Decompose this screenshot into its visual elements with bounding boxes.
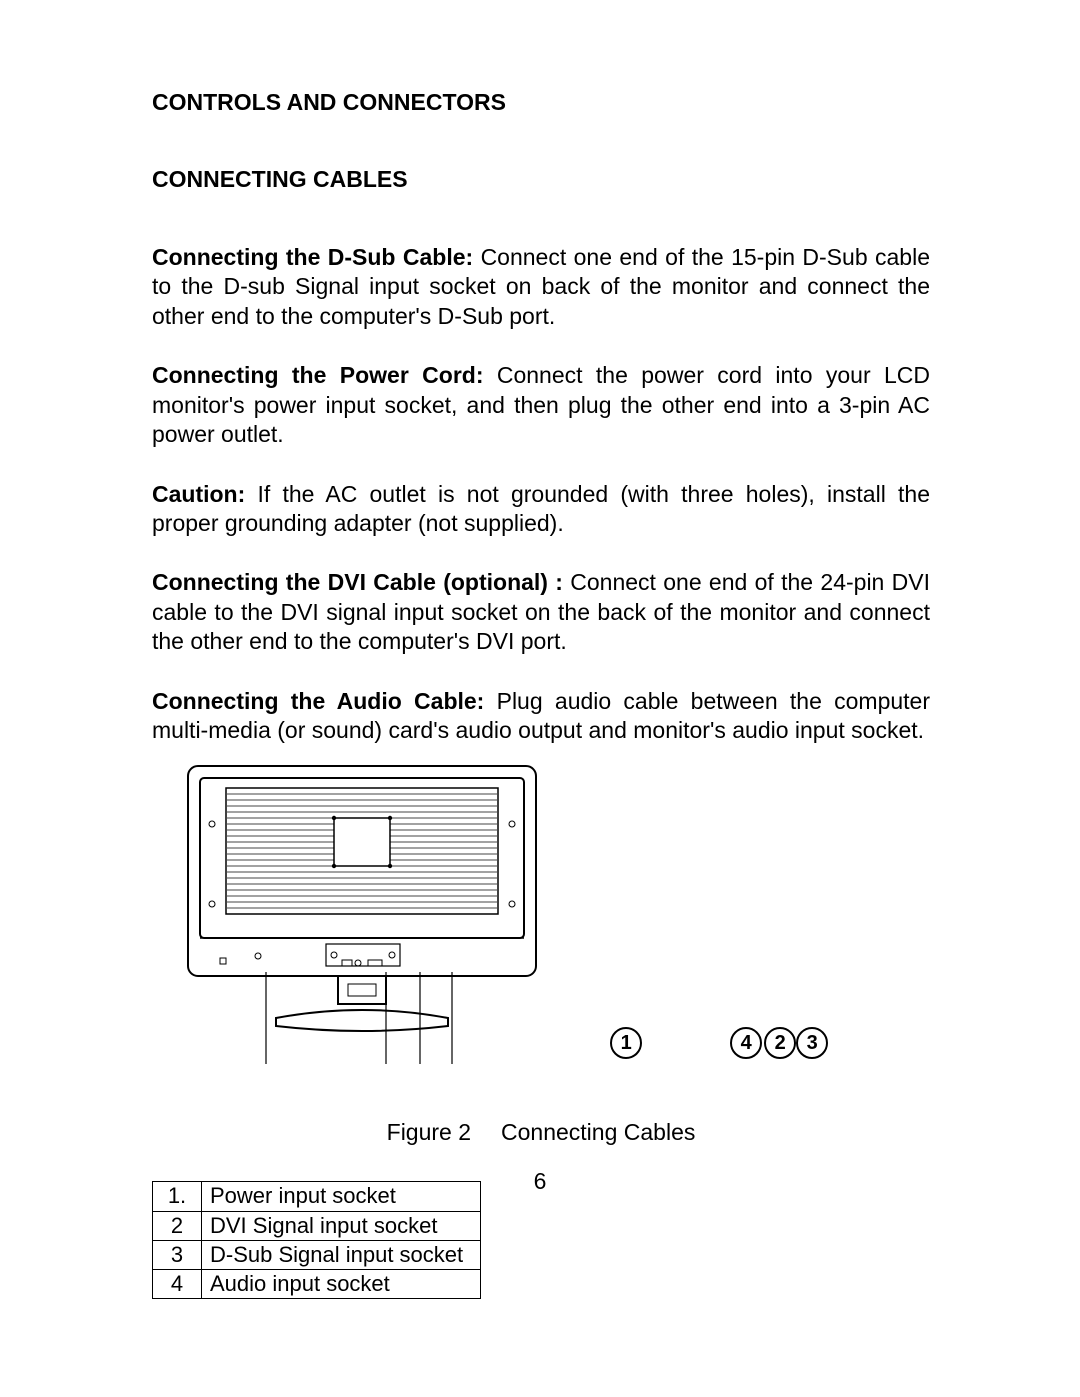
legend-text-2: DVI Signal input socket bbox=[202, 1211, 481, 1240]
callout-3: 3 bbox=[796, 1027, 828, 1059]
legend-num-4: 4 bbox=[153, 1269, 202, 1298]
legend-num-2: 2 bbox=[153, 1211, 202, 1240]
paragraph-power: Connecting the Power Cord: Connect the p… bbox=[152, 361, 930, 449]
legend-num-3: 3 bbox=[153, 1240, 202, 1269]
callout-2: 2 bbox=[764, 1027, 796, 1059]
legend-table-wrapper: 1. Power input socket 2 DVI Signal input… bbox=[152, 1181, 930, 1299]
figure-label: Figure 2 bbox=[387, 1119, 471, 1145]
figure-caption-text: Connecting Cables bbox=[501, 1119, 695, 1145]
callout-1: 1 bbox=[610, 1027, 642, 1059]
paragraph-dsub: Connecting the D-Sub Cable: Connect one … bbox=[152, 243, 930, 331]
subsection-title: CONNECTING CABLES bbox=[152, 165, 930, 194]
paragraph-caution: Caution: If the AC outlet is not grounde… bbox=[152, 480, 930, 539]
page-number: 6 bbox=[0, 1167, 1080, 1196]
lead-power: Connecting the Power Cord: bbox=[152, 362, 497, 388]
paragraph-audio: Connecting the Audio Cable: Plug audio c… bbox=[152, 687, 930, 746]
legend-table: 1. Power input socket 2 DVI Signal input… bbox=[152, 1181, 481, 1299]
figure-wrapper: 1 4 2 3 Figure 2 Connecting Cables bbox=[152, 764, 930, 1148]
lead-audio: Connecting the Audio Cable: bbox=[152, 688, 497, 714]
paragraph-dvi: Connecting the DVI Cable (optional) : Co… bbox=[152, 568, 930, 656]
monitor-rear-illustration bbox=[186, 764, 538, 1069]
legend-text-3: D-Sub Signal input socket bbox=[202, 1240, 481, 1269]
figure-caption: Figure 2 Connecting Cables bbox=[152, 1118, 930, 1147]
body-caution: If the AC outlet is not grounded (with t… bbox=[152, 481, 930, 536]
document-page: CONTROLS AND CONNECTORS CONNECTING CABLE… bbox=[0, 0, 1080, 1397]
table-row: 3 D-Sub Signal input socket bbox=[153, 1240, 481, 1269]
lead-dvi: Connecting the DVI Cable (optional) : bbox=[152, 569, 570, 595]
figure-callouts: 1 4 2 3 bbox=[544, 1027, 896, 1069]
legend-text-4: Audio input socket bbox=[202, 1269, 481, 1298]
section-title: CONTROLS AND CONNECTORS bbox=[152, 88, 930, 117]
lead-dsub: Connecting the D-Sub Cable: bbox=[152, 244, 481, 270]
callout-4: 4 bbox=[730, 1027, 762, 1059]
lead-caution: Caution: bbox=[152, 481, 257, 507]
table-row: 4 Audio input socket bbox=[153, 1269, 481, 1298]
table-row: 2 DVI Signal input socket bbox=[153, 1211, 481, 1240]
